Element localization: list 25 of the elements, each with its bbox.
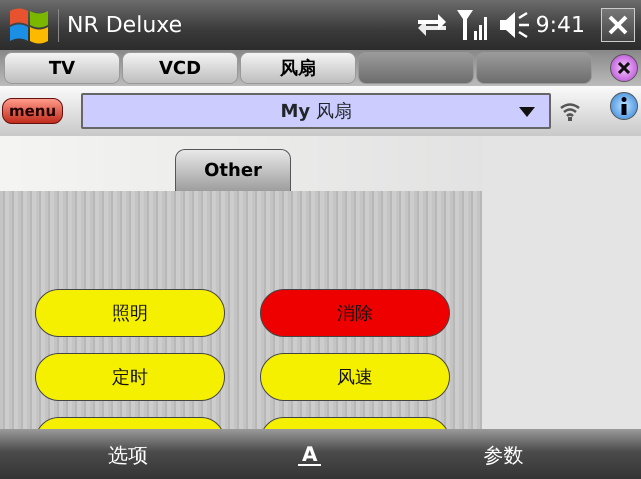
input-panel-button[interactable]: A [298,444,322,466]
remote-button[interactable]: 消除 [260,289,450,337]
device-tab[interactable]: TV [4,52,120,84]
window-title: NR Deluxe [58,8,182,42]
clock-time[interactable]: 9:41 [536,8,585,42]
close-button[interactable] [601,8,635,42]
close-icon [607,14,629,36]
volume-icon[interactable] [498,11,530,39]
device-tab[interactable]: 风扇 [240,52,356,84]
device-dropdown[interactable]: My 风扇 [81,93,552,129]
parameters-softkey[interactable]: 参数 [483,440,524,470]
remote-button[interactable]: 风速 [260,353,450,401]
dropdown-arrow-icon [519,107,536,117]
close-icon [618,62,630,74]
signal-icon[interactable] [456,9,490,41]
page-tab[interactable]: Other [175,149,291,191]
device-tab[interactable]: VCD [122,52,238,84]
info-icon [620,97,628,115]
wireless-icon[interactable] [559,100,582,122]
options-softkey[interactable]: 选项 [108,440,148,470]
menu-button[interactable]: menu [2,98,64,124]
connectivity-icon[interactable] [416,12,448,38]
remote-button[interactable]: 照明 [35,289,225,337]
selected-device: My 风扇 [280,100,352,124]
remote-button[interactable]: 定时 [35,353,225,401]
